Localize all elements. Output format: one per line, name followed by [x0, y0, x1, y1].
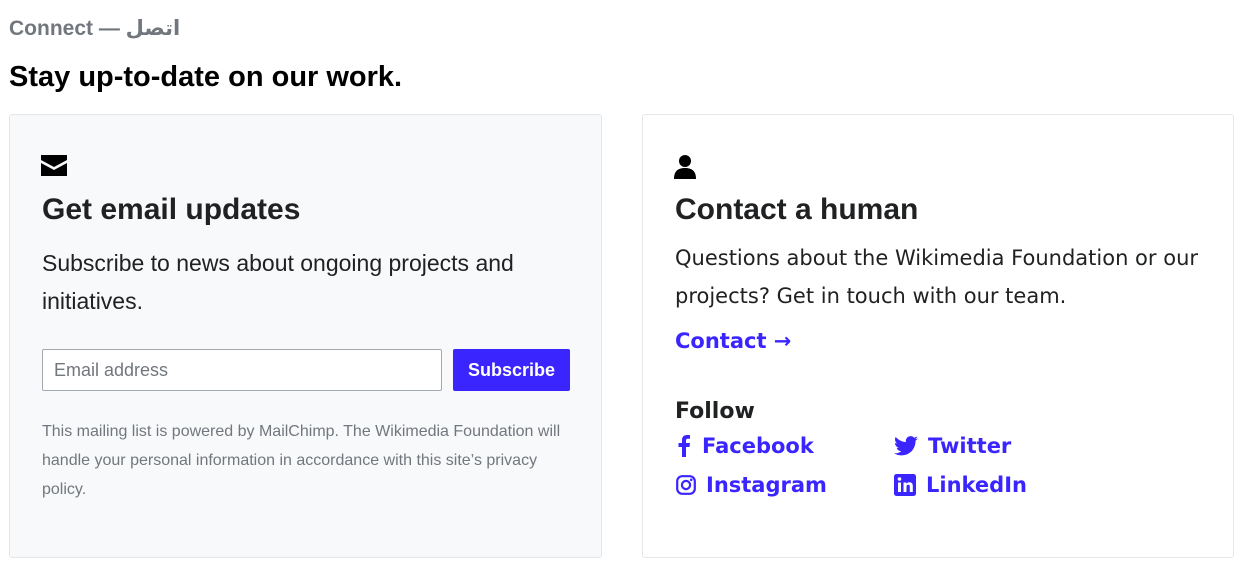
instagram-icon	[676, 475, 696, 495]
twitter-icon	[894, 436, 918, 456]
envelope-icon	[41, 155, 69, 179]
facebook-label: Facebook	[702, 434, 814, 458]
facebook-link[interactable]: Facebook	[676, 434, 814, 458]
contact-card-description: Questions about the Wikimedia Foundation…	[675, 246, 1199, 308]
section-eyebrow: Connect — اتصل	[9, 17, 181, 40]
mailing-list-notice: This mailing list is powered by MailChim…	[42, 423, 561, 498]
contact-link[interactable]: Contact →	[675, 329, 791, 353]
instagram-link[interactable]: Instagram	[676, 473, 827, 497]
connect-section: Connect — اتصل Stay up-to-date on our wo…	[0, 0, 1238, 578]
twitter-link[interactable]: Twitter	[894, 434, 1011, 458]
section-headline: Stay up-to-date on our work.	[9, 61, 403, 93]
contact-human-card: Contact a human Questions about the Wiki…	[642, 114, 1234, 558]
linkedin-label: LinkedIn	[926, 473, 1027, 497]
linkedin-link[interactable]: LinkedIn	[894, 473, 1027, 497]
email-card-description: Subscribe to news about ongoing projects…	[42, 250, 514, 314]
subscribe-button[interactable]: Subscribe	[453, 349, 570, 391]
linkedin-icon	[894, 474, 916, 496]
follow-heading: Follow	[675, 399, 755, 424]
contact-card-title: Contact a human	[675, 193, 919, 226]
email-updates-card: Get email updates Subscribe to news abou…	[9, 114, 602, 558]
twitter-label: Twitter	[928, 434, 1012, 458]
email-input[interactable]	[42, 349, 442, 391]
person-icon	[674, 155, 702, 179]
facebook-icon	[676, 435, 692, 457]
email-card-title: Get email updates	[42, 193, 301, 226]
instagram-label: Instagram	[706, 473, 827, 497]
